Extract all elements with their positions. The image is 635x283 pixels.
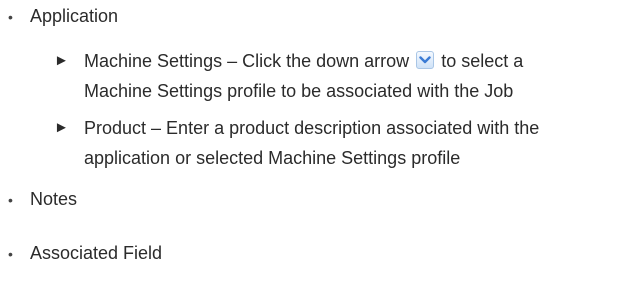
- arrow-bullet-icon: ►: [54, 52, 69, 69]
- sub-item-machine-settings: ► Machine Settings – Click the down arro…: [54, 46, 634, 106]
- sub-item-product: ► Product – Enter a product description …: [54, 113, 634, 173]
- sub-item-text: Machine Settings – Click the down arrow: [84, 51, 410, 71]
- sub-item-line: Machine Settings profile to be associate…: [84, 81, 514, 101]
- document-body: • Application ► Machine Settings – Click …: [0, 0, 635, 283]
- arrow-bullet-icon: ►: [54, 119, 69, 136]
- bullet-label: Notes: [30, 189, 78, 209]
- bullet-associated-field: • Associated Field: [8, 238, 162, 269]
- bullet-dot: •: [8, 246, 13, 262]
- bullet-label: Application: [30, 6, 119, 26]
- bullet-notes: • Notes: [8, 184, 77, 215]
- bullet-dot: •: [8, 9, 13, 25]
- sub-item-text: to select a: [441, 51, 524, 71]
- bullet-application: • Application: [8, 1, 118, 32]
- chevron-down-icon: [416, 51, 435, 69]
- sub-item-line: Product – Enter a product description as…: [84, 118, 540, 138]
- bullet-dot: •: [8, 192, 13, 208]
- sub-item-line: application or selected Machine Settings…: [84, 148, 461, 168]
- sub-item-line: Machine Settings – Click the down arrow …: [54, 46, 634, 76]
- bullet-label: Associated Field: [30, 243, 163, 263]
